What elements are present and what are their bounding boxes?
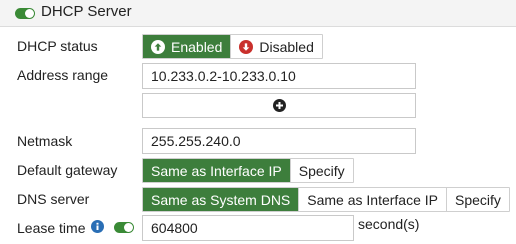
dhcp-status-label: DHCP status <box>17 38 98 54</box>
dhcp-status-selector: Enabled Disabled <box>142 34 323 59</box>
gateway-same-as-interface-option[interactable]: Same as Interface IP <box>143 159 291 182</box>
plus-circle-icon <box>273 99 286 112</box>
arrow-up-circle-icon <box>151 39 165 54</box>
section-header: DHCP Server <box>0 0 516 27</box>
add-address-range-button[interactable] <box>142 93 416 118</box>
section-title: DHCP Server <box>41 3 132 20</box>
toggle-knob <box>25 9 34 18</box>
default-gateway-label: Default gateway <box>17 162 118 178</box>
dhcp-server-toggle[interactable] <box>15 8 35 19</box>
default-gateway-selector: Same as Interface IP Specify <box>142 158 354 183</box>
netmask-input[interactable]: 255.255.240.0 <box>142 128 416 154</box>
gateway-specify-option[interactable]: Specify <box>291 159 353 182</box>
lease-time-label: Lease time <box>17 220 86 236</box>
dns-specify-option[interactable]: Specify <box>447 188 509 211</box>
dhcp-status-disabled-option[interactable]: Disabled <box>231 35 321 58</box>
dhcp-status-enabled-option[interactable]: Enabled <box>143 35 232 58</box>
lease-time-toggle[interactable] <box>114 222 134 233</box>
netmask-label: Netmask <box>17 133 73 149</box>
dns-same-as-interface-option[interactable]: Same as Interface IP <box>299 188 447 211</box>
info-icon[interactable] <box>91 220 104 233</box>
dns-same-as-system-option[interactable]: Same as System DNS <box>143 188 300 211</box>
address-range-label: Address range <box>17 67 109 83</box>
lease-time-input[interactable]: 604800 <box>142 215 354 241</box>
dns-server-label: DNS server <box>17 191 90 207</box>
toggle-knob <box>124 223 133 232</box>
dns-server-selector: Same as System DNS Same as Interface IP … <box>142 187 510 212</box>
arrow-down-circle-icon <box>239 39 254 54</box>
address-range-input[interactable]: 10.233.0.2-10.233.0.10 <box>142 63 416 89</box>
lease-time-unit: second(s) <box>358 216 420 232</box>
dhcp-status-enabled-label: Enabled <box>171 38 223 55</box>
dhcp-status-disabled-label: Disabled <box>259 38 314 55</box>
